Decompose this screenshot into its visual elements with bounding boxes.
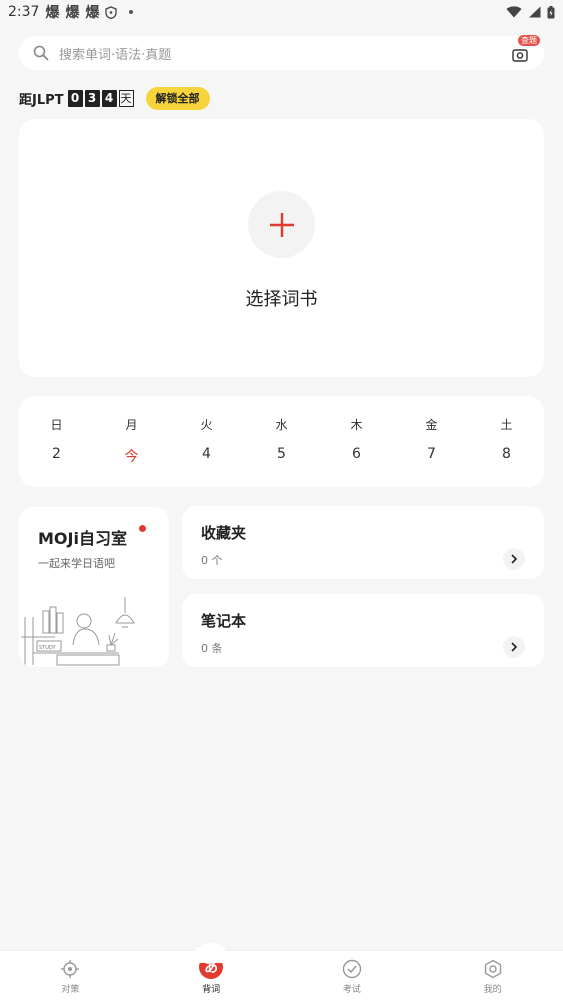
illustration-study-text: STUDY	[39, 645, 56, 651]
status-bar: 2:37 爆 爆 爆	[0, 0, 563, 24]
notebook-arrow-button[interactable]	[503, 636, 525, 658]
favorites-arrow-button[interactable]	[503, 548, 525, 570]
weekday-label: 木	[350, 418, 363, 432]
search-bar[interactable]: 搜索单词·语法·真题 查题	[19, 35, 544, 70]
countdown-digit: 3	[84, 89, 100, 107]
camera-icon	[512, 49, 528, 62]
status-right	[506, 5, 555, 19]
profile-hex-icon	[484, 959, 501, 979]
plus-icon	[269, 212, 294, 237]
nav-item-profile[interactable]: 我的	[422, 951, 563, 1001]
date-cell-today[interactable]: 今	[94, 446, 169, 466]
countdown-digit: 4	[101, 89, 117, 107]
weekday-label: 火	[200, 418, 213, 432]
wifi-icon	[506, 6, 522, 18]
chevron-right-icon	[511, 642, 518, 652]
status-time: 2:37	[8, 4, 40, 20]
scan-question-button[interactable]: 查题	[510, 35, 540, 63]
jlpt-countdown: 距JLPT 0 3 4 天 解锁全部	[19, 86, 210, 110]
nav-item-exam[interactable]: 考试	[282, 951, 423, 1001]
notification-glyph: 爆	[65, 5, 80, 21]
week-calendar: 日 月 火 水 木 金 土 2 今 4 5 6 7 8	[19, 396, 544, 487]
notification-dot	[139, 525, 146, 532]
study-room-title: MOJi自习室	[38, 529, 127, 548]
date-row: 2 今 4 5 6 7 8	[19, 446, 544, 466]
notification-glyph: 爆	[85, 5, 100, 21]
add-book-button[interactable]	[248, 191, 315, 258]
weekday-label: 日	[50, 418, 63, 432]
study-room-card[interactable]: MOJi自习室 一起来学日语吧 STUDY	[19, 507, 169, 667]
weekday-label: 月	[125, 418, 138, 432]
date-cell[interactable]: 8	[469, 446, 544, 466]
select-book-card[interactable]: 选择词书	[19, 119, 544, 377]
scan-badge: 查题	[518, 35, 540, 46]
nav-label: 背词	[202, 985, 221, 995]
date-cell[interactable]: 5	[244, 446, 319, 466]
countdown-label: 距JLPT	[19, 92, 64, 108]
weekday-label: 水	[275, 418, 288, 432]
status-dot-icon	[129, 10, 134, 14]
check-circle-icon	[342, 959, 362, 979]
favorites-title: 收藏夹	[201, 524, 247, 542]
study-desk-illustration: STUDY	[21, 597, 135, 666]
date-cell[interactable]: 4	[169, 446, 244, 466]
date-cell[interactable]: 7	[394, 446, 469, 466]
unlock-all-button[interactable]: 解锁全部	[145, 86, 210, 110]
favorites-card[interactable]: 收藏夹 0 个	[182, 506, 544, 579]
nav-label: 我的	[483, 985, 502, 995]
select-book-label: 选择词书	[245, 289, 318, 310]
notification-glyph: 爆	[45, 5, 60, 21]
cell-signal-icon	[529, 6, 541, 18]
nav-active-bump	[191, 943, 231, 963]
bottom-nav: 对策 あ 背词 考试 我的	[0, 943, 563, 1001]
notebook-count: 0 条	[201, 642, 223, 655]
search-placeholder: 搜索单词·语法·真题	[59, 47, 172, 63]
notebook-title: 笔记本	[201, 612, 247, 630]
weekday-label: 金	[425, 418, 438, 432]
date-cell[interactable]: 6	[319, 446, 394, 466]
date-cell[interactable]: 2	[19, 446, 94, 466]
countdown-digit: 0	[67, 89, 83, 107]
study-room-subtitle: 一起来学日语吧	[38, 557, 115, 570]
target-icon	[61, 960, 80, 978]
nav-label: 对策	[61, 985, 80, 995]
battery-icon	[547, 5, 555, 18]
nav-item-strategy[interactable]: 对策	[0, 951, 141, 1001]
status-left: 2:37 爆 爆 爆	[8, 2, 134, 22]
notebook-card[interactable]: 笔记本 0 条	[182, 594, 544, 667]
favorites-count: 0 个	[201, 554, 223, 567]
chevron-right-icon	[511, 554, 518, 564]
countdown-unit: 天	[118, 89, 134, 107]
nav-label: 考试	[342, 985, 361, 995]
weekday-label: 土	[500, 418, 513, 432]
search-icon	[33, 45, 49, 61]
weekday-row: 日 月 火 水 木 金 土	[19, 416, 544, 433]
shield-icon	[105, 5, 118, 19]
